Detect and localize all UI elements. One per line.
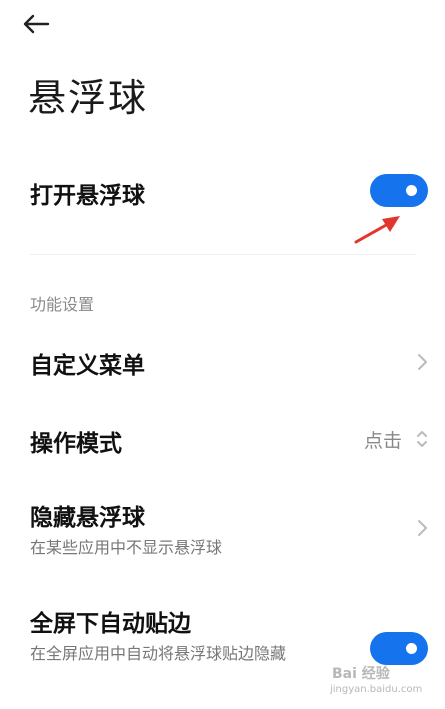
custom-menu-row[interactable]: 自定义菜单: [0, 330, 445, 394]
red-arrow-icon: [352, 212, 404, 250]
watermark-url: jingyan.baidu.com: [330, 684, 423, 695]
back-button[interactable]: [22, 8, 62, 44]
section-label: 功能设置: [30, 295, 95, 314]
watermark-text: Bai 经验: [332, 666, 390, 682]
toggle-knob: [406, 185, 417, 196]
updown-chevron-icon: [416, 428, 428, 450]
hide-floating-ball-label: 隐藏悬浮球: [30, 505, 145, 531]
floating-ball-toggle-label: 打开悬浮球: [30, 183, 145, 209]
chevron-right-icon: [416, 519, 428, 537]
fullscreen-edge-sublabel: 在全屏应用中自动将悬浮球贴边隐藏: [30, 644, 287, 663]
arrow-left-icon: [22, 13, 50, 39]
hide-floating-ball-sublabel: 在某些应用中不显示悬浮球: [30, 538, 223, 557]
fullscreen-edge-label: 全屏下自动贴边: [30, 611, 191, 637]
fullscreen-edge-toggle[interactable]: [370, 632, 428, 665]
chevron-right-icon: [416, 353, 428, 371]
operation-mode-label: 操作模式: [30, 431, 122, 457]
operation-mode-row[interactable]: 操作模式 点击: [0, 406, 445, 470]
operation-mode-value: 点击: [364, 430, 403, 452]
divider: [30, 254, 416, 255]
floating-ball-toggle[interactable]: [370, 174, 428, 207]
toggle-knob: [406, 643, 417, 654]
hide-floating-ball-row[interactable]: 隐藏悬浮球 在某些应用中不显示悬浮球: [0, 490, 445, 570]
custom-menu-label: 自定义菜单: [30, 353, 145, 379]
page-title: 悬浮球: [28, 76, 149, 120]
